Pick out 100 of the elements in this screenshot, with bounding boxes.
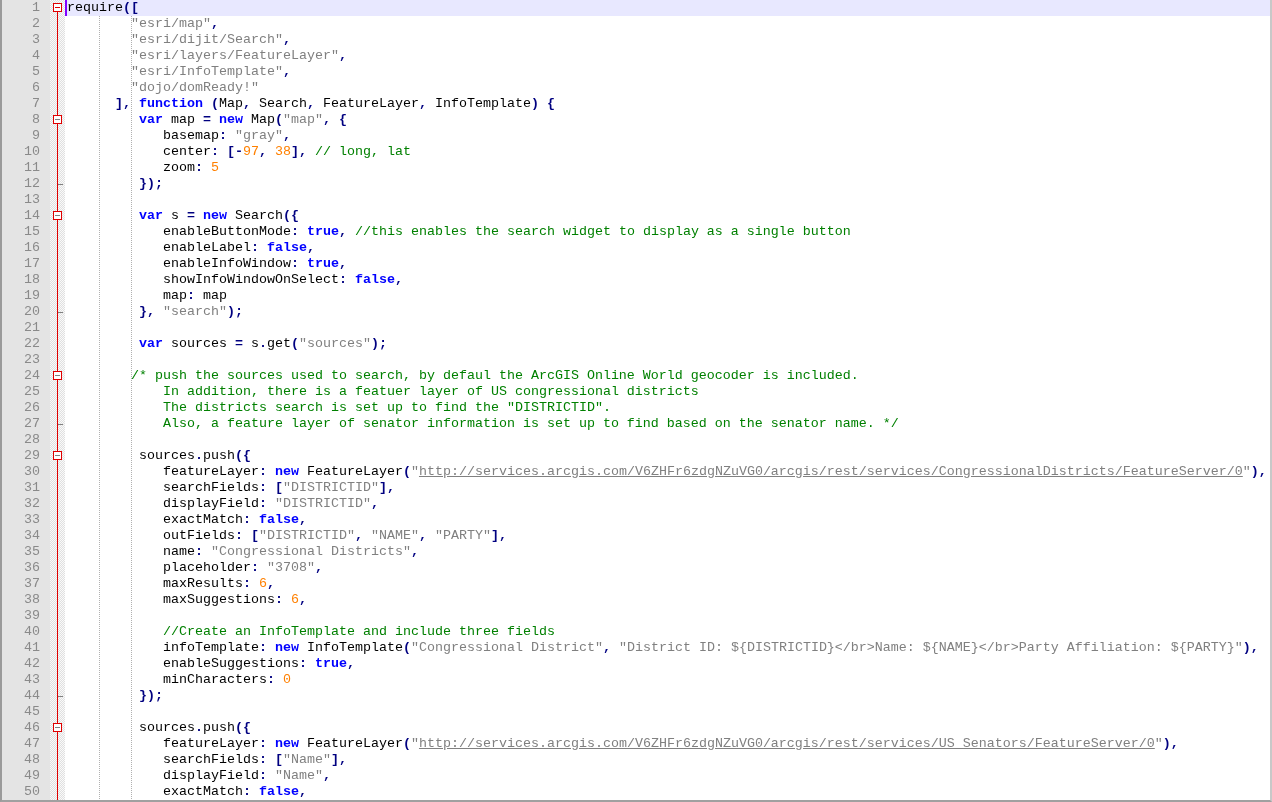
code-line: exactMatch: false, — [161, 512, 307, 528]
code-line: map: map — [161, 288, 227, 304]
line-number: 50 — [24, 784, 40, 800]
code-line: var sources = s.get("sources"); — [137, 336, 387, 352]
fold-toggle[interactable] — [53, 3, 62, 12]
line-number: 3 — [32, 32, 40, 48]
code-line: displayField: "DISTRICTID", — [161, 496, 379, 512]
line-number: 37 — [24, 576, 40, 592]
line-number: 11 — [24, 160, 40, 176]
code-line: sources.push({ — [137, 448, 251, 464]
fold-end-mark — [58, 696, 63, 697]
line-number: 14 — [24, 208, 40, 224]
line-number: 19 — [24, 288, 40, 304]
line-number: 12 — [24, 176, 40, 192]
fold-toggle[interactable] — [53, 371, 62, 380]
line-number: 22 — [24, 336, 40, 352]
code-line: zoom: 5 — [161, 160, 219, 176]
code-line: var map = new Map("map", { — [137, 112, 347, 128]
line-number: 45 — [24, 704, 40, 720]
code-line: basemap: "gray", — [161, 128, 291, 144]
line-number: 18 — [24, 272, 40, 288]
fold-toggle[interactable] — [53, 723, 62, 732]
code-line: enableInfoWindow: true, — [161, 256, 347, 272]
code-line: }, "search"); — [137, 304, 243, 320]
line-number: 38 — [24, 592, 40, 608]
fold-toggle[interactable] — [53, 211, 62, 220]
line-number: 31 — [24, 480, 40, 496]
code-line: enableSuggestions: true, — [161, 656, 355, 672]
line-number: 17 — [24, 256, 40, 272]
code-line: ], function (Map, Search, FeatureLayer, InfoTemplate) { — [114, 96, 555, 112]
code-line: name: "Congressional Districts", — [161, 544, 419, 560]
line-number: 48 — [24, 752, 40, 768]
line-number: 13 — [24, 192, 40, 208]
line-number: 7 — [32, 96, 40, 112]
code-line: require([ — [67, 0, 139, 16]
line-number: 20 — [24, 304, 40, 320]
code-line: enableButtonMode: true, //this enables the search widget to display as a single button — [161, 224, 851, 240]
line-number: 4 — [32, 48, 40, 64]
line-number: 43 — [24, 672, 40, 688]
code-line: maxResults: 6, — [161, 576, 275, 592]
line-number: 10 — [24, 144, 40, 160]
line-number: 34 — [24, 528, 40, 544]
code-line: maxSuggestions: 6, — [161, 592, 307, 608]
line-number: 42 — [24, 656, 40, 672]
code-line: "esri/layers/FeatureLayer", — [130, 48, 347, 64]
line-number: 40 — [24, 624, 40, 640]
code-line: outFields: ["DISTRICTID", "NAME", "PARTY"], — [161, 528, 507, 544]
code-line: searchFields: ["DISTRICTID"], — [161, 480, 395, 496]
line-number: 24 — [24, 368, 40, 384]
line-number: 36 — [24, 560, 40, 576]
code-line: "esri/map", — [130, 16, 219, 32]
code-line: In addition, there is a featuer layer of US congressional districts — [161, 384, 699, 400]
line-number: 33 — [24, 512, 40, 528]
code-line: }); — [137, 176, 163, 192]
line-number: 9 — [32, 128, 40, 144]
line-number: 46 — [24, 720, 40, 736]
code-line: showInfoWindowOnSelect: false, — [161, 272, 403, 288]
code-line: featureLayer: new FeatureLayer("http://services.arcgis.com/V6ZHFr6zdgNZuVG0/arcgis/rest/services/US_Senators/FeatureServer/0"), — [161, 736, 1179, 752]
line-number: 44 — [24, 688, 40, 704]
fold-end-mark — [58, 312, 63, 313]
line-number: 27 — [24, 416, 40, 432]
code-line: var s = new Search({ — [137, 208, 299, 224]
line-number: 2 — [32, 16, 40, 32]
line-number: 6 — [32, 80, 40, 96]
code-line: sources.push({ — [137, 720, 251, 736]
line-number: 5 — [32, 64, 40, 80]
line-number: 28 — [24, 432, 40, 448]
code-line: "esri/InfoTemplate", — [130, 64, 291, 80]
code-line: "esri/dijit/Search", — [130, 32, 291, 48]
code-line: //Create an InfoTemplate and include three fields — [161, 624, 555, 640]
code-line: exactMatch: false, — [161, 784, 307, 800]
line-number: 41 — [24, 640, 40, 656]
code-line: "dojo/domReady!" — [130, 80, 259, 96]
code-line: displayField: "Name", — [161, 768, 331, 784]
code-line: }); — [137, 688, 163, 704]
fold-end-mark — [58, 424, 63, 425]
code-line: infoTemplate: new InfoTemplate("Congressional District", "District ID: ${DISTRICTID}</br>Name: ${NAME}</br>Party Affiliation: ${PARTY}"), — [161, 640, 1259, 656]
line-number: 8 — [32, 112, 40, 128]
line-number: 26 — [24, 400, 40, 416]
line-number: 21 — [24, 320, 40, 336]
line-number: 29 — [24, 448, 40, 464]
code-line: center: [-97, 38], // long, lat — [161, 144, 411, 160]
fold-end-mark — [58, 184, 63, 185]
line-number: 16 — [24, 240, 40, 256]
fold-toggle[interactable] — [53, 451, 62, 460]
code-line: featureLayer: new FeatureLayer("http://services.arcgis.com/V6ZHFr6zdgNZuVG0/arcgis/rest/services/CongressionalDistricts/FeatureServer/0"), — [161, 464, 1267, 480]
code-line: The districts search is set up to find the "DISTRICTID". — [161, 400, 611, 416]
line-number: 39 — [24, 608, 40, 624]
line-number: 32 — [24, 496, 40, 512]
line-number: 30 — [24, 464, 40, 480]
code-line: minCharacters: 0 — [161, 672, 291, 688]
line-number: 35 — [24, 544, 40, 560]
line-number: 1 — [32, 0, 40, 16]
line-number: 25 — [24, 384, 40, 400]
line-number: 49 — [24, 768, 40, 784]
code-line: enableLabel: false, — [161, 240, 315, 256]
code-line: placeholder: "3708", — [161, 560, 323, 576]
code-line: searchFields: ["Name"], — [161, 752, 347, 768]
fold-toggle[interactable] — [53, 115, 62, 124]
line-number: 47 — [24, 736, 40, 752]
